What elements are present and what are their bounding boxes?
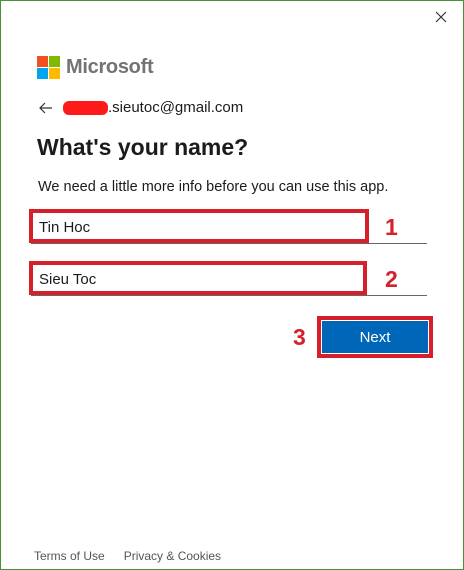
back-button[interactable]	[39, 100, 55, 116]
last-name-input[interactable]	[31, 265, 429, 293]
page-subtitle: We need a little more info before you ca…	[38, 179, 389, 195]
redacted-email-prefix	[63, 100, 108, 115]
first-name-field	[31, 213, 429, 244]
terms-of-use-link[interactable]: Terms of Use	[34, 549, 105, 563]
account-email: .sieutoc@gmail.com	[108, 99, 244, 116]
account-identity: .sieutoc@gmail.com	[39, 99, 243, 116]
logo-square-blue	[37, 68, 48, 79]
close-icon	[435, 11, 447, 23]
logo-square-green	[49, 56, 60, 67]
microsoft-wordmark: Microsoft	[66, 56, 154, 78]
last-name-field	[31, 265, 429, 296]
close-button[interactable]	[431, 7, 451, 27]
arrow-left-icon	[39, 102, 52, 113]
first-name-input[interactable]	[31, 213, 429, 241]
step-number-1: 1	[385, 214, 398, 240]
microsoft-logo-icon	[37, 56, 60, 79]
microsoft-logo: Microsoft	[37, 56, 154, 79]
footer-links: Terms of Use Privacy & Cookies	[34, 549, 221, 563]
logo-square-red	[37, 56, 48, 67]
dialog-window: Microsoft .sieutoc@gmail.com What's your…	[0, 0, 464, 570]
logo-square-yellow	[49, 68, 60, 79]
privacy-cookies-link[interactable]: Privacy & Cookies	[124, 549, 221, 563]
page-title: What's your name?	[37, 134, 249, 160]
step-number-3: 3	[293, 324, 306, 350]
next-button[interactable]: Next	[322, 321, 428, 353]
step-number-2: 2	[385, 266, 398, 292]
